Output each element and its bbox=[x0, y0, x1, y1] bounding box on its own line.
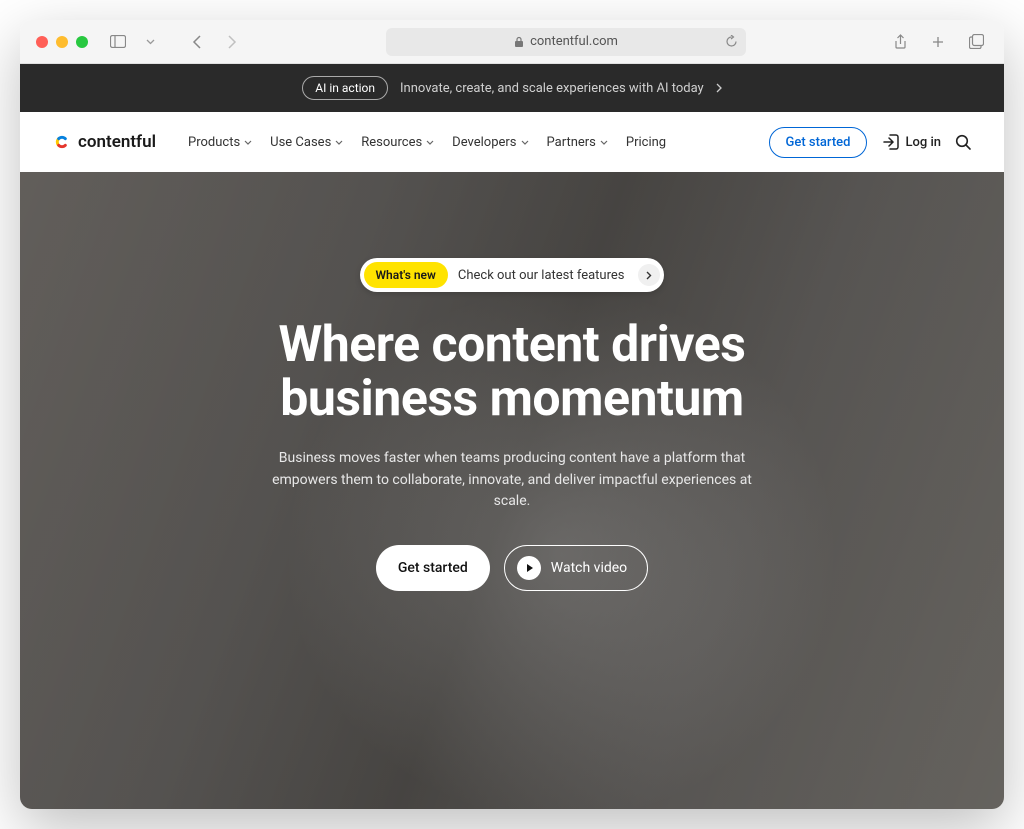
logo-text: contentful bbox=[78, 132, 156, 152]
nav-item-label: Partners bbox=[547, 135, 596, 150]
chevron-right-icon bbox=[716, 83, 722, 93]
watch-video-label: Watch video bbox=[551, 560, 627, 576]
address-bar[interactable]: contentful.com bbox=[386, 28, 746, 56]
chevron-down-icon bbox=[426, 140, 434, 145]
browser-chrome: contentful.com bbox=[20, 20, 1004, 64]
hero-section: What's new Check out our latest features… bbox=[20, 172, 1004, 809]
logo-icon bbox=[52, 132, 72, 152]
nav-item-resources[interactable]: Resources bbox=[355, 127, 440, 158]
chevron-down-icon bbox=[600, 140, 608, 145]
back-button[interactable] bbox=[184, 30, 208, 54]
nav-item-label: Resources bbox=[361, 135, 422, 150]
search-icon[interactable] bbox=[955, 134, 972, 151]
chevron-down-icon bbox=[521, 140, 529, 145]
chevron-down-icon[interactable] bbox=[138, 30, 162, 54]
nav-item-products[interactable]: Products bbox=[182, 127, 258, 158]
hero-subtext: Business moves faster when teams produci… bbox=[272, 448, 752, 513]
hero-get-started-button[interactable]: Get started bbox=[376, 545, 490, 591]
lock-icon bbox=[514, 36, 524, 48]
announcement-bar[interactable]: AI in action Innovate, create, and scale… bbox=[20, 64, 1004, 112]
sidebar-toggle-icon[interactable] bbox=[106, 30, 130, 54]
login-label: Log in bbox=[905, 135, 941, 150]
maximize-window-icon[interactable] bbox=[76, 36, 88, 48]
log-in-link[interactable]: Log in bbox=[883, 134, 941, 150]
hero-headline: Where content drives business momentum bbox=[278, 318, 745, 426]
nav-item-label: Products bbox=[188, 135, 240, 150]
nav-item-label: Pricing bbox=[626, 135, 666, 150]
address-text: contentful.com bbox=[530, 34, 618, 49]
new-tab-icon[interactable] bbox=[926, 30, 950, 54]
main-nav: contentful Products Use Cases Resources Dev… bbox=[20, 112, 1004, 172]
nav-item-developers[interactable]: Developers bbox=[446, 127, 534, 158]
nav-item-label: Developers bbox=[452, 135, 516, 150]
minimize-window-icon[interactable] bbox=[56, 36, 68, 48]
nav-item-pricing[interactable]: Pricing bbox=[620, 127, 672, 158]
watch-video-button[interactable]: Watch video bbox=[504, 545, 648, 591]
play-icon bbox=[517, 556, 541, 580]
chevron-right-icon bbox=[638, 264, 660, 286]
chevron-down-icon bbox=[244, 140, 252, 145]
whats-new-pill[interactable]: What's new Check out our latest features bbox=[360, 258, 665, 292]
logo[interactable]: contentful bbox=[52, 132, 156, 152]
announcement-badge: AI in action bbox=[302, 76, 388, 100]
nav-item-partners[interactable]: Partners bbox=[541, 127, 614, 158]
chevron-down-icon bbox=[335, 140, 343, 145]
announcement-text: Innovate, create, and scale experiences … bbox=[400, 81, 704, 96]
whats-new-text: Check out our latest features bbox=[458, 268, 625, 283]
nav-item-use-cases[interactable]: Use Cases bbox=[264, 127, 349, 158]
get-started-button[interactable]: Get started bbox=[769, 127, 868, 158]
close-window-icon[interactable] bbox=[36, 36, 48, 48]
tabs-overview-icon[interactable] bbox=[964, 30, 988, 54]
nav-item-label: Use Cases bbox=[270, 135, 331, 150]
login-icon bbox=[883, 134, 899, 150]
window-controls bbox=[36, 36, 88, 48]
forward-button[interactable] bbox=[220, 30, 244, 54]
share-icon[interactable] bbox=[888, 30, 912, 54]
reload-icon[interactable] bbox=[725, 35, 738, 48]
whats-new-badge: What's new bbox=[364, 262, 448, 288]
